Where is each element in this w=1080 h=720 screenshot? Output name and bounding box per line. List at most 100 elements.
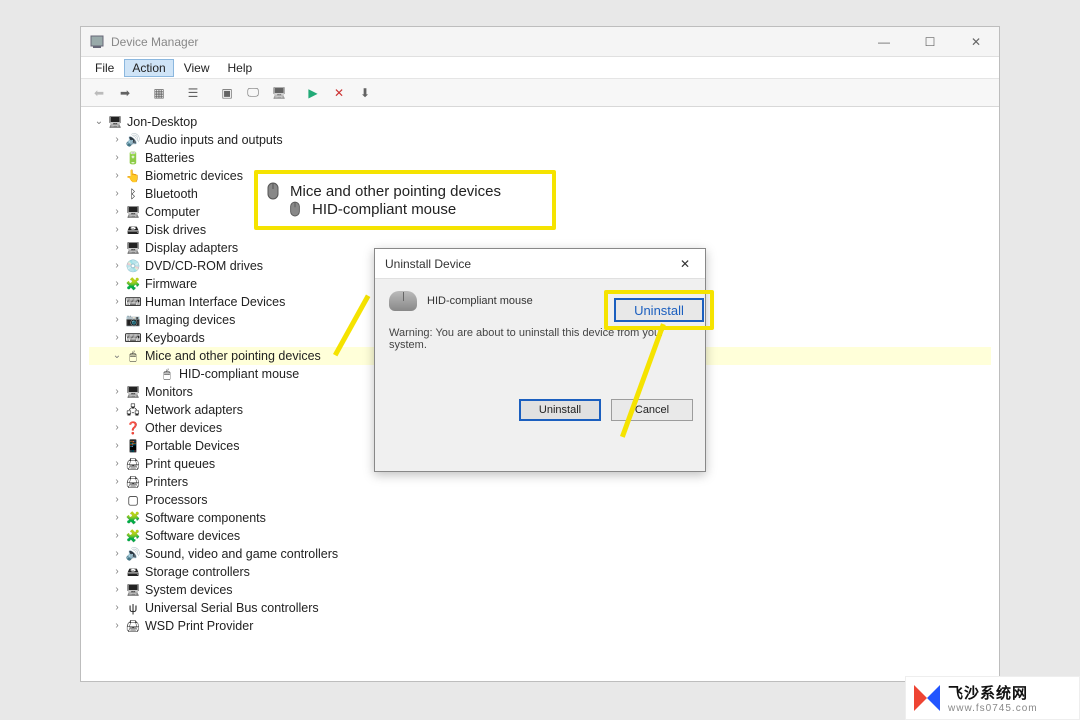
enable-device-button[interactable]: ▶ (301, 82, 325, 104)
tree-item-universal-serial-bus-controllers[interactable]: ›ψUniversal Serial Bus controllers (89, 599, 991, 617)
chevron-icon[interactable]: › (111, 311, 123, 329)
dialog-titlebar[interactable]: Uninstall Device ✕ (375, 249, 705, 279)
tree-item-label: Software devices (145, 527, 240, 545)
chevron-icon[interactable]: › (111, 239, 123, 257)
properties-button[interactable]: ☰ (181, 82, 205, 104)
chevron-icon[interactable]: › (111, 275, 123, 293)
menu-file[interactable]: File (87, 59, 122, 77)
uninstall-device-button[interactable]: ✕ (327, 82, 351, 104)
dialog-uninstall-button[interactable]: Uninstall (519, 399, 601, 421)
tree-item-label: Mice and other pointing devices (145, 347, 321, 365)
delete-icon: ✕ (334, 86, 344, 100)
tree-item-root[interactable]: ⌄🖥Jon-Desktop (89, 113, 991, 131)
update-icon: ▣ (221, 86, 232, 100)
maximize-button[interactable]: ☐ (907, 27, 953, 57)
tree-item-audio-inputs-and-outputs[interactable]: ›🔊Audio inputs and outputs (89, 131, 991, 149)
tree-item-label: Firmware (145, 275, 197, 293)
chevron-icon[interactable]: › (111, 491, 123, 509)
menu-help[interactable]: Help (220, 59, 261, 77)
tree-item-wsd-print-provider[interactable]: ›🖨WSD Print Provider (89, 617, 991, 635)
chevron-icon[interactable]: › (111, 131, 123, 149)
window-controls: — ☐ ✕ (861, 27, 999, 57)
tree-item-label: Storage controllers (145, 563, 250, 581)
callout-uninstall-button-inner[interactable]: Uninstall (614, 298, 704, 322)
chevron-icon[interactable]: › (111, 527, 123, 545)
tree-item-label: Display adapters (145, 239, 238, 257)
menu-view[interactable]: View (176, 59, 218, 77)
device-category-icon: 🖱 (159, 366, 175, 382)
tree-item-software-components[interactable]: ›🧩Software components (89, 509, 991, 527)
chevron-icon[interactable]: › (111, 329, 123, 347)
tree-item-system-devices[interactable]: ›🖥System devices (89, 581, 991, 599)
chevron-icon[interactable]: › (111, 185, 123, 203)
chevron-icon[interactable]: › (111, 293, 123, 311)
update-driver-button[interactable]: ▣ (215, 82, 239, 104)
tree-item-label: Portable Devices (145, 437, 240, 455)
chevron-icon[interactable]: ⌄ (93, 113, 105, 131)
device-category-icon: 🧩 (125, 276, 141, 292)
device-category-icon: 🖥 (125, 204, 141, 220)
back-button: ⬅ (87, 82, 111, 104)
toolbar: ⬅ ➡ ▦ ☰ ▣ 🖵 🖥 ▶ ✕ ⬇ (81, 79, 999, 107)
tree-item-printers[interactable]: ›🖨Printers (89, 473, 991, 491)
device-category-icon: 📱 (125, 438, 141, 454)
chevron-icon[interactable]: › (111, 599, 123, 617)
display-button[interactable]: 🖥 (267, 82, 291, 104)
tree-item-label: Bluetooth (145, 185, 198, 203)
chevron-icon[interactable]: › (111, 509, 123, 527)
tree-item-label: Jon-Desktop (127, 113, 197, 131)
forward-button[interactable]: ➡ (113, 82, 137, 104)
dialog-warning-text: Warning: You are about to uninstall this… (389, 327, 691, 351)
watermark-logo-icon (914, 685, 940, 711)
chevron-icon[interactable]: › (111, 419, 123, 437)
chevron-icon[interactable]: › (111, 545, 123, 563)
chevron-icon[interactable]: › (111, 149, 123, 167)
close-button[interactable]: ✕ (953, 27, 999, 57)
dialog-title: Uninstall Device (385, 257, 471, 271)
chevron-icon[interactable]: › (111, 167, 123, 185)
show-hidden-button[interactable]: ▦ (147, 82, 171, 104)
tree-item-label: Monitors (145, 383, 193, 401)
chevron-icon[interactable]: › (111, 203, 123, 221)
close-icon: ✕ (680, 257, 690, 271)
chevron-icon[interactable]: ⌄ (111, 347, 123, 365)
tree-item-label: WSD Print Provider (145, 617, 253, 635)
titlebar[interactable]: Device Manager — ☐ ✕ (81, 27, 999, 57)
chevron-icon[interactable]: › (111, 383, 123, 401)
chevron-icon[interactable]: › (111, 437, 123, 455)
down-icon: ⬇ (360, 86, 370, 100)
chevron-icon[interactable]: › (111, 617, 123, 635)
device-category-icon: 🖧 (125, 402, 141, 418)
dialog-close-button[interactable]: ✕ (665, 249, 705, 279)
chevron-icon[interactable]: › (111, 257, 123, 275)
chevron-icon[interactable]: › (111, 401, 123, 419)
dialog-cancel-button[interactable]: Cancel (611, 399, 693, 421)
device-category-icon: 🧩 (125, 510, 141, 526)
device-category-icon: ▢ (125, 492, 141, 508)
device-category-icon: 🖥 (125, 240, 141, 256)
chevron-icon[interactable]: › (111, 473, 123, 491)
enable-icon: ▶ (308, 86, 317, 100)
chevron-icon[interactable]: › (111, 455, 123, 473)
menu-action[interactable]: Action (124, 59, 173, 77)
device-category-icon: 🖥 (107, 114, 123, 130)
dialog-device-name: HID-compliant mouse (427, 295, 533, 307)
watermark-brand: 飞沙系统网 (948, 682, 1038, 703)
device-category-icon: 🖴 (125, 222, 141, 238)
tree-item-sound-video-and-game-controllers[interactable]: ›🔊Sound, video and game controllers (89, 545, 991, 563)
chevron-icon[interactable]: › (111, 221, 123, 239)
tree-item-software-devices[interactable]: ›🧩Software devices (89, 527, 991, 545)
minimize-button[interactable]: — (861, 27, 907, 57)
device-category-icon: 🖨 (125, 618, 141, 634)
chevron-icon[interactable]: › (111, 563, 123, 581)
tree-item-batteries[interactable]: ›🔋Batteries (89, 149, 991, 167)
device-category-icon: 🔊 (125, 546, 141, 562)
display-icon: 🖥 (271, 86, 286, 100)
tree-item-label: DVD/CD-ROM drives (145, 257, 263, 275)
scan-hardware-button[interactable]: 🖵 (241, 82, 265, 104)
tree-item-storage-controllers[interactable]: ›🖴Storage controllers (89, 563, 991, 581)
device-category-icon: ψ (125, 600, 141, 616)
disable-device-button[interactable]: ⬇ (353, 82, 377, 104)
chevron-icon[interactable]: › (111, 581, 123, 599)
tree-item-processors[interactable]: ›▢Processors (89, 491, 991, 509)
